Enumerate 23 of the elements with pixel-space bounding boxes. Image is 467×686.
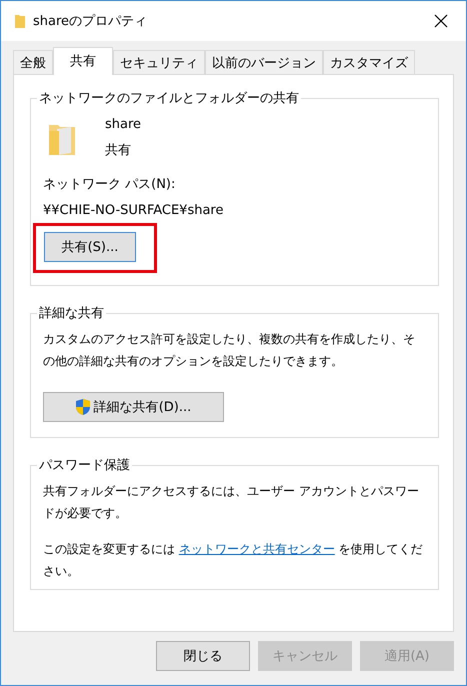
share-button[interactable]: 共有(S)... bbox=[44, 232, 136, 262]
dialog-button[interactable]: 閉じる bbox=[156, 641, 250, 671]
tab[interactable]: 共有 bbox=[53, 47, 113, 75]
group-title: パスワード保護 bbox=[38, 457, 131, 474]
tab[interactable]: セキュリティ bbox=[113, 50, 205, 74]
path-label: ネットワーク パス(N): bbox=[43, 176, 176, 194]
folder-status: 共有 bbox=[105, 142, 132, 160]
group-title: 詳細な共有 bbox=[38, 305, 105, 322]
description-text: カスタムのアクセス許可を設定したり、複数の共有を作成したり、その他の詳細な共有のオプションを設定したりできます。 bbox=[43, 331, 416, 370]
tab[interactable]: 全般 bbox=[13, 50, 53, 74]
shield-icon bbox=[76, 399, 90, 415]
tab[interactable]: カスタマイズ bbox=[323, 50, 415, 74]
network-path: ¥¥CHIE-NO-SURFACE¥share bbox=[43, 202, 224, 220]
description-text: 共有フォルダーにアクセスするには、ユーザー アカウントとパスワードが必要です。 bbox=[43, 483, 420, 522]
folder-icon bbox=[15, 14, 25, 28]
window-title: shareのプロパティ bbox=[33, 13, 148, 30]
network-center-link[interactable]: ネットワークと共有センター bbox=[178, 542, 335, 556]
advanced-sharing-button[interactable]: 詳細な共有(D)... bbox=[43, 392, 224, 422]
note-text: この設定を変更するには ネットワークと共有センター を使用してください。 bbox=[43, 541, 424, 580]
folder-name: share bbox=[105, 116, 142, 134]
close-icon bbox=[434, 14, 448, 28]
group-title: ネットワークのファイルとフォルダーの共有 bbox=[38, 90, 300, 107]
tab[interactable]: 以前のバージョン bbox=[205, 50, 323, 74]
